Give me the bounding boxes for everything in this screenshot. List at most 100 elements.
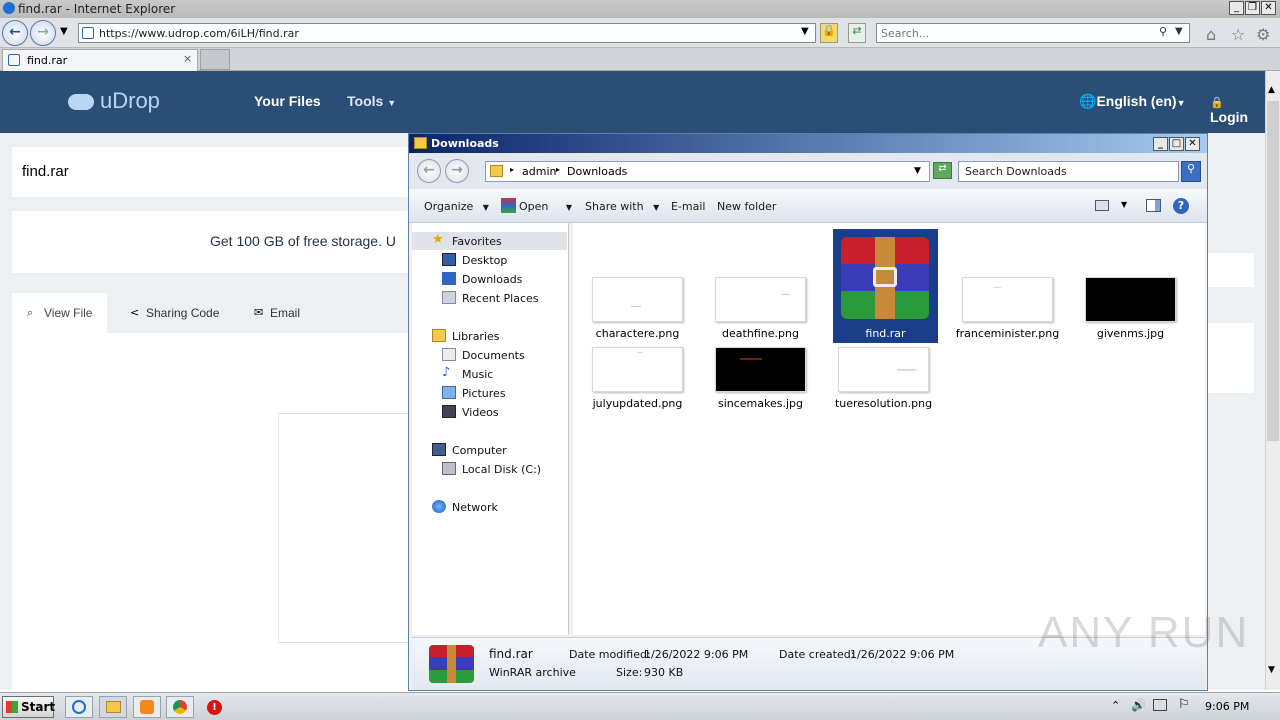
file-item[interactable]: julyupdated.png	[585, 299, 690, 411]
tray-expand-icon[interactable]: ⌃	[1111, 699, 1120, 712]
lock-icon[interactable]: 🔒	[820, 23, 838, 43]
help-icon[interactable]: ?	[1173, 198, 1189, 214]
taskbar-media-button[interactable]	[133, 696, 161, 718]
ie-search-input[interactable]: Search... ⚲ ▼	[876, 23, 1190, 43]
file-name: franceminister.png	[955, 327, 1060, 340]
file-title-card: find.rar	[12, 147, 410, 197]
search-icon[interactable]: ⚲	[1159, 25, 1167, 38]
favorites-star-icon[interactable]: ☆	[1231, 25, 1245, 44]
gear-icon[interactable]: ⚙	[1256, 25, 1270, 44]
file-item[interactable]: givenms.jpg	[1078, 229, 1183, 341]
home-icon[interactable]: ⌂	[1206, 25, 1216, 44]
explorer-close-button[interactable]: ✕	[1185, 137, 1200, 151]
email-button[interactable]: E-mail	[671, 200, 706, 213]
window-title: find.rar - Internet Explorer	[18, 2, 176, 16]
maximize-button[interactable]: ❐	[1245, 1, 1260, 15]
breadcrumb-downloads[interactable]: Downloads	[567, 165, 627, 178]
alert-icon: !	[207, 700, 222, 715]
music-icon: ♪	[442, 365, 451, 380]
chevron-down-icon[interactable]: ▼	[1121, 200, 1127, 209]
details-modified-value: 1/26/2022 9:06 PM	[644, 648, 749, 661]
preview-pane-icon[interactable]	[1146, 199, 1161, 212]
star-icon: ★	[432, 232, 444, 247]
nav-your-files[interactable]: Your Files	[254, 93, 321, 109]
disk-icon	[442, 462, 456, 475]
open-menu[interactable]: Open ▼	[519, 200, 572, 213]
organize-menu[interactable]: Organize ▼	[424, 200, 489, 213]
volume-icon[interactable]: 🔊	[1131, 698, 1146, 712]
network-icon	[432, 500, 446, 513]
new-folder-button[interactable]: New folder	[717, 200, 776, 213]
explorer-search-input[interactable]: Search Downloads	[958, 161, 1179, 182]
tab-email[interactable]: Email	[270, 306, 300, 320]
ie-search-placeholder: Search...	[881, 27, 930, 40]
thumb-mark	[637, 352, 643, 353]
file-item[interactable]: franceminister.png	[955, 229, 1060, 341]
minimize-button[interactable]: _	[1229, 1, 1244, 15]
explorer-back-button[interactable]: ←	[417, 159, 441, 183]
chevron-right-icon: ▸	[510, 165, 515, 174]
browser-tab[interactable]: find.rar ×	[2, 49, 198, 71]
taskbar-security-button[interactable]: !	[200, 696, 228, 718]
login-link[interactable]: 🔒 Login	[1210, 93, 1265, 125]
network-tray-icon[interactable]	[1153, 699, 1167, 711]
search-icon[interactable]: ⚲	[1181, 161, 1201, 182]
nav-documents-label: Documents	[462, 349, 525, 362]
start-button[interactable]: Start	[2, 696, 55, 718]
share-with-label: Share with	[585, 200, 644, 213]
tab-close-icon[interactable]: ×	[183, 52, 192, 65]
taskbar-ie-button[interactable]	[65, 696, 93, 718]
nav-recent-places-label: Recent Places	[462, 292, 539, 305]
address-dropdown-icon[interactable]: ▼	[801, 26, 809, 37]
clock[interactable]: 9:06 PM	[1205, 700, 1249, 713]
chrome-icon	[173, 700, 187, 714]
anyrun-watermark: ANY RUN	[1038, 608, 1250, 657]
language-selector[interactable]: 🌐English (en)▼	[1079, 93, 1185, 110]
recent-places-icon	[442, 291, 456, 304]
forward-button[interactable]: →	[30, 20, 56, 46]
search-dropdown-icon[interactable]: ▼	[1175, 26, 1183, 37]
breadcrumb-admin[interactable]: admin	[522, 165, 556, 178]
file-item[interactable]: tueresolution.png	[831, 299, 936, 411]
thumb-mark	[740, 358, 762, 360]
windows-logo-icon	[6, 701, 18, 713]
folder-icon	[490, 165, 503, 177]
logo[interactable]: uDrop	[68, 88, 160, 114]
tab-sharing-code[interactable]: Sharing Code	[146, 306, 219, 320]
view-options-icon[interactable]	[1095, 200, 1109, 211]
taskbar-chrome-button[interactable]	[166, 696, 194, 718]
tab-favicon-icon	[8, 54, 20, 66]
scroll-up-icon[interactable]: ▲	[1268, 85, 1275, 95]
breadcrumb[interactable]: ▸ admin ▸ Downloads ▼	[485, 161, 930, 182]
back-button[interactable]: ←	[2, 20, 28, 46]
downloads-icon	[442, 272, 456, 285]
nav-local-disk-label: Local Disk (C:)	[462, 463, 542, 476]
taskbar-explorer-button[interactable]	[99, 696, 127, 718]
history-dropdown-icon[interactable]: ▼	[60, 26, 68, 37]
scroll-down-icon[interactable]: ▼	[1268, 665, 1275, 675]
address-bar[interactable]: https://www.udrop.com/6iLH/find.rar ▼	[78, 23, 816, 43]
refresh-icon[interactable]: ⇄	[848, 23, 866, 43]
new-tab-button[interactable]	[200, 49, 230, 70]
nav-tools[interactable]: Tools ▼	[347, 93, 396, 109]
site-header: uDrop Your Files Tools ▼ 🌐English (en)▼ …	[0, 71, 1265, 133]
tab-view-file[interactable]: ⌕ View File	[12, 293, 107, 333]
image-thumbnail	[962, 277, 1053, 322]
share-icon: <	[130, 306, 140, 319]
scroll-thumb[interactable]	[1267, 101, 1279, 441]
refresh-icon[interactable]: ⇄	[933, 162, 952, 179]
share-with-menu[interactable]: Share with ▼	[585, 200, 659, 213]
explorer-forward-button[interactable]: →	[445, 159, 469, 183]
close-button[interactable]: ✕	[1261, 1, 1276, 15]
flag-icon[interactable]: ⚐	[1178, 697, 1190, 712]
details-created-label: Date created:	[779, 648, 855, 661]
explorer-maximize-button[interactable]: □	[1169, 137, 1184, 151]
explorer-minimize-button[interactable]: _	[1153, 137, 1168, 151]
page-scrollbar[interactable]: ▲ ▼	[1265, 71, 1280, 690]
file-name: tueresolution.png	[834, 397, 933, 410]
address-url: https://www.udrop.com/6iLH/find.rar	[99, 27, 299, 40]
ie-icon	[72, 700, 86, 714]
chevron-down-icon[interactable]: ▼	[914, 166, 921, 176]
envelope-icon: ✉	[254, 306, 264, 319]
file-item[interactable]: sincemakes.jpg	[708, 299, 813, 411]
